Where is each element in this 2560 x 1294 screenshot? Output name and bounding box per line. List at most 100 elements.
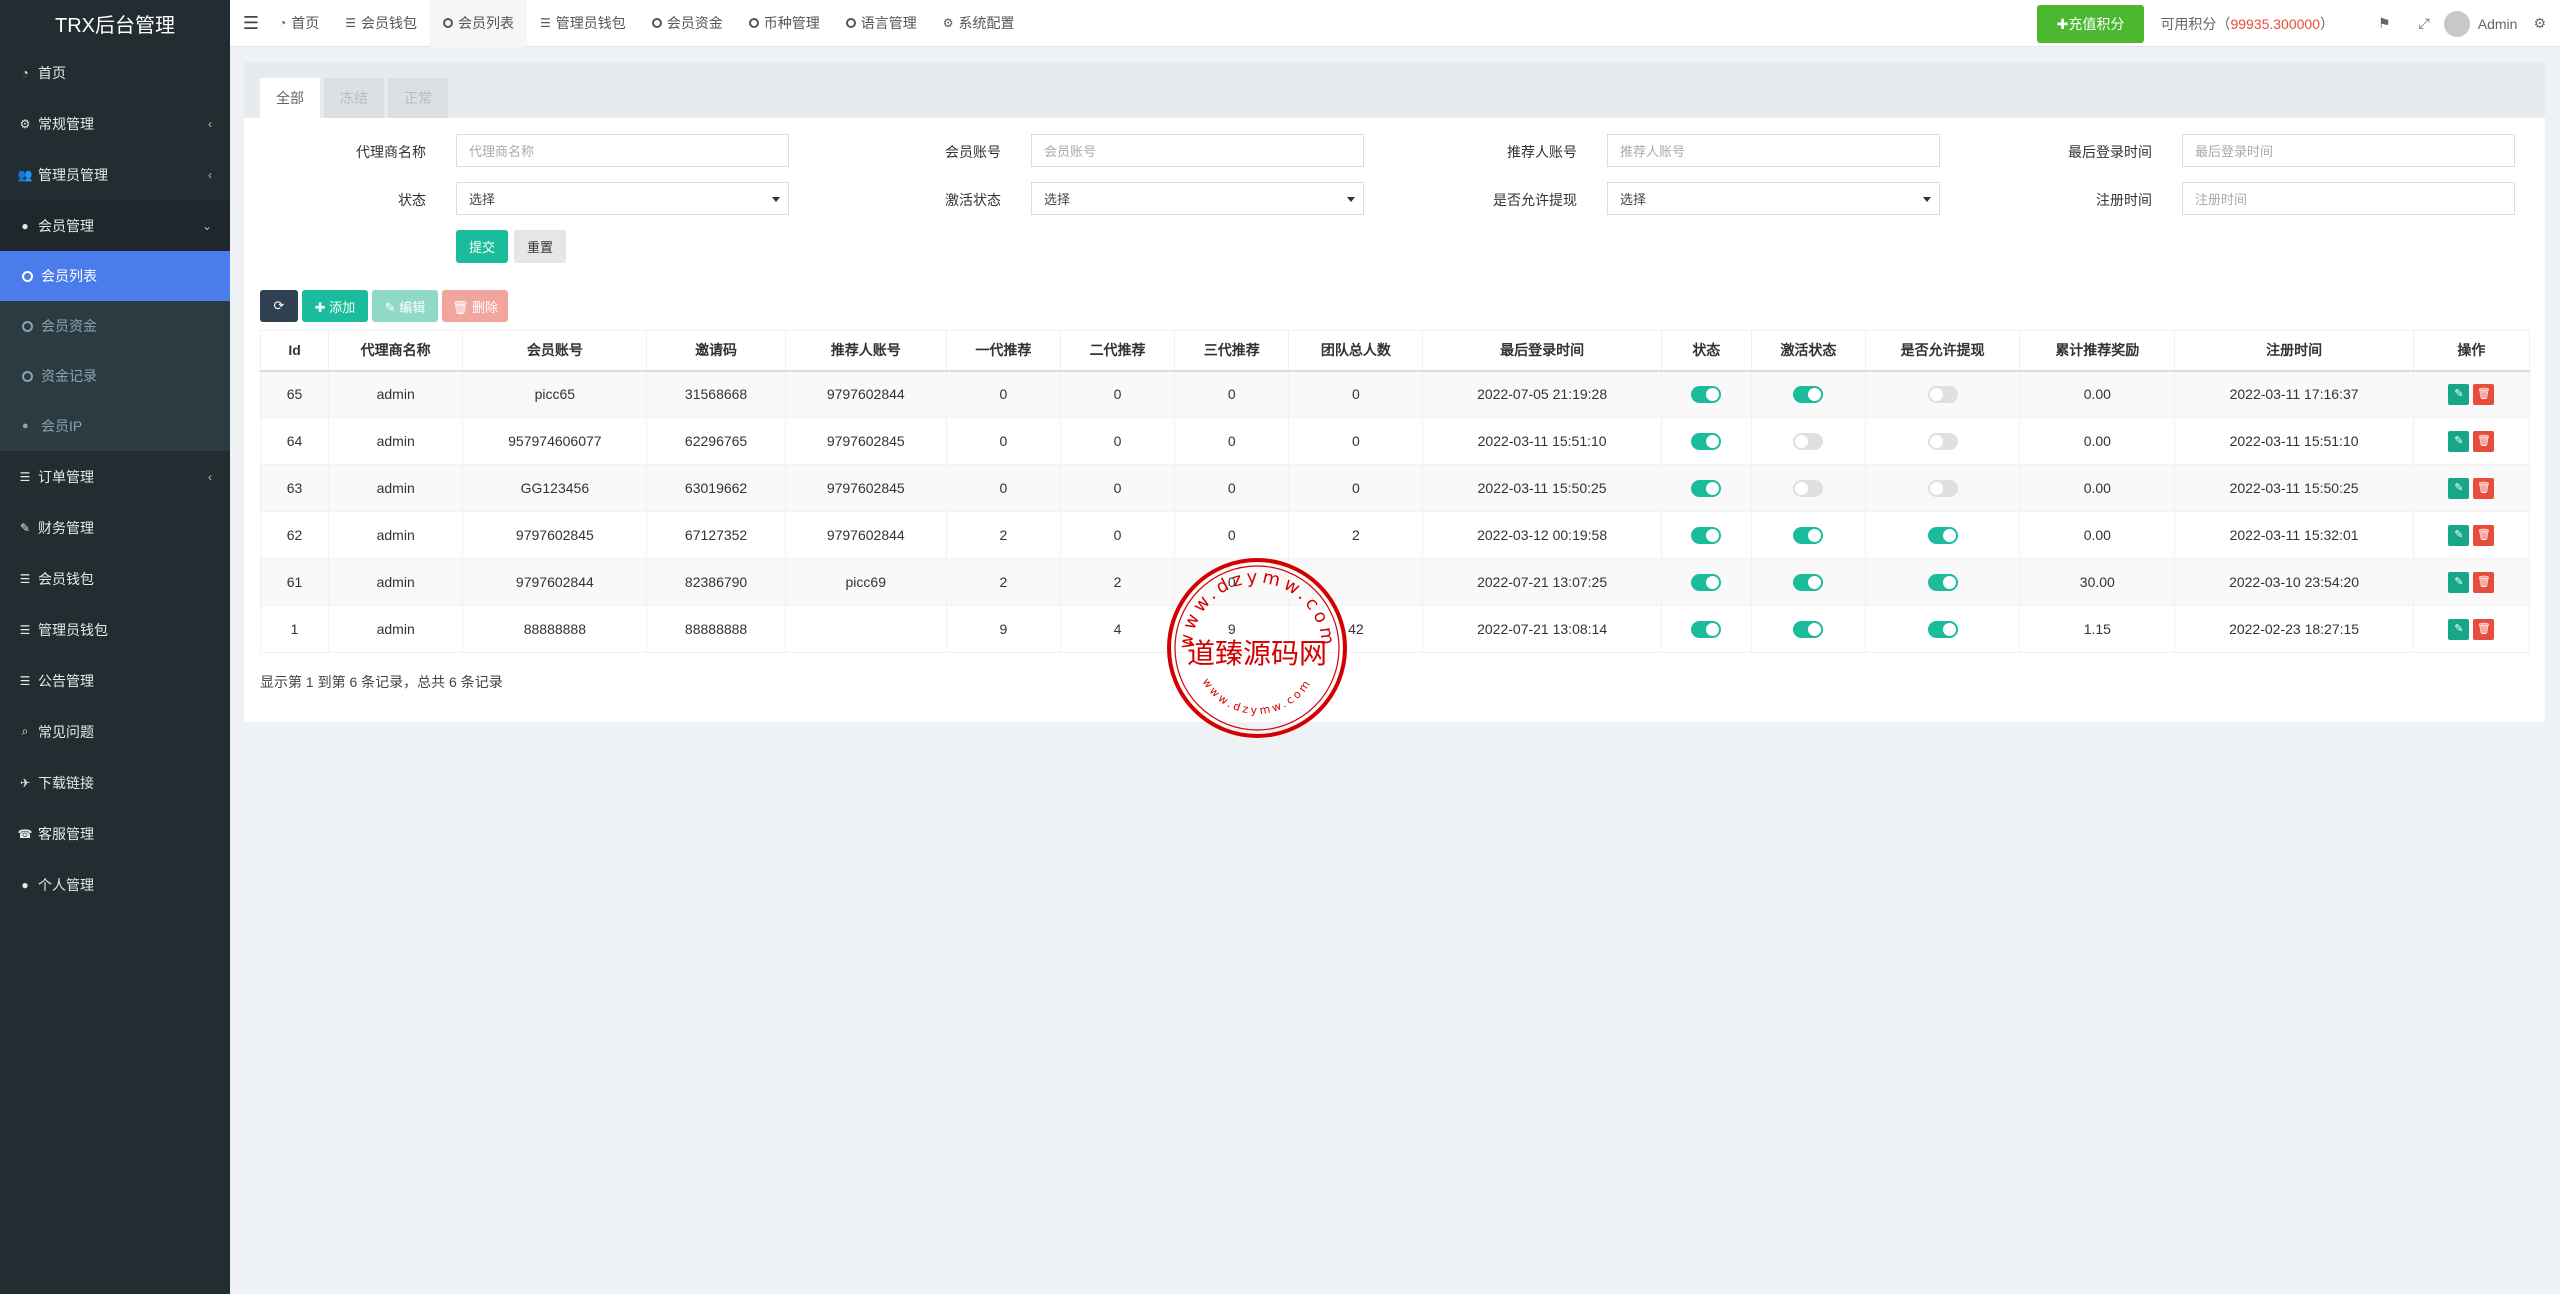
sidebar-item-admin-wallet[interactable]: ☰ 管理员钱包 [0,604,230,655]
activation-toggle[interactable] [1793,432,1824,450]
menu-toggle-icon[interactable]: ☰ [236,13,266,34]
tab-language[interactable]: 语言管理 [833,0,930,47]
edit-row-button[interactable]: ✎ [2448,430,2470,452]
col-header-lastlogin[interactable]: 最后登录时间 [1422,330,1662,372]
brand-title[interactable]: TRX后台管理 [0,0,230,47]
admin-name[interactable]: Admin [2478,16,2518,32]
lastlogin-input[interactable]: 最后登录时间 [2182,134,2515,167]
sidebar-item-member-wallet[interactable]: ☰ 会员钱包 [0,553,230,604]
withdraw-toggle[interactable] [1927,620,1958,638]
col-header-agent[interactable]: 代理商名称 [328,330,464,372]
delete-row-button[interactable]: 🗑 [2473,571,2495,593]
withdraw-toggle[interactable] [1927,573,1958,591]
status-toggle[interactable] [1691,526,1722,544]
withdraw-toggle[interactable] [1927,432,1958,450]
delete-row-button[interactable]: 🗑 [2473,524,2495,546]
status-toggle[interactable] [1691,479,1722,497]
delete-row-button[interactable]: 🗑 [2473,383,2495,405]
avatar[interactable] [2443,10,2470,37]
sidebar-item-announcements[interactable]: ☰ 公告管理 [0,655,230,706]
status-toggle[interactable] [1691,432,1722,450]
activation-toggle[interactable] [1793,386,1824,404]
withdraw-toggle[interactable] [1927,386,1958,404]
sidebar-subitem-member-funds[interactable]: 会员资金 [0,301,230,351]
delete-row-button[interactable]: 🗑 [2473,477,2495,499]
withdraw-toggle[interactable] [1927,526,1958,544]
col-header-withdraw[interactable]: 是否允许提现 [1865,330,2021,372]
sidebar-subitem-fund-records[interactable]: 资金记录 [0,351,230,401]
col-header-reward[interactable]: 累计推荐奖励 [2019,330,2176,372]
withdraw-toggle[interactable] [1927,479,1958,497]
activation-select[interactable]: 选择 [1031,182,1364,215]
add-button[interactable]: ✚ 添加 [302,290,368,322]
fullscreen-icon[interactable]: ⤢ [2419,15,2430,32]
tab-system-config[interactable]: ⚙ 系统配置 [930,0,1028,47]
sidebar-item-finance[interactable]: ✎ 财务管理 [0,502,230,553]
table-row[interactable]: 63 admin GG123456 63019662 9797602845 0 … [259,464,2531,512]
reset-button[interactable]: 重置 [514,230,566,263]
col-header-regtime[interactable]: 注册时间 [2174,330,2414,372]
recharge-button[interactable]: ✚充值积分 [2036,4,2145,43]
sidebar-item-admins[interactable]: 👥 管理员管理 ‹ [0,149,230,200]
delete-button[interactable]: 🗑 删除 [442,290,508,322]
activation-toggle[interactable] [1793,479,1824,497]
sidebar-item-general[interactable]: ⚙ 常规管理 ‹ [0,98,230,149]
tab-normal[interactable]: 正常 [388,78,448,118]
col-header-g2[interactable]: 二代推荐 [1059,330,1176,372]
col-header-referrer[interactable]: 推荐人账号 [784,330,947,372]
refresh-button[interactable]: ⟳ [260,290,298,322]
edit-row-button[interactable]: ✎ [2448,571,2470,593]
tab-home[interactable]: ◔ 首页 [266,0,332,47]
edit-row-button[interactable]: ✎ [2448,618,2470,640]
sidebar-item-faq[interactable]: ⌕ 常见问题 [0,706,230,757]
agent-input[interactable]: 代理商名称 [456,134,789,167]
status-toggle[interactable] [1691,573,1722,591]
col-header-active[interactable]: 激活状态 [1750,330,1867,372]
status-toggle[interactable] [1691,386,1722,404]
tab-member-wallet[interactable]: ☰ 会员钱包 [332,0,430,47]
table-row[interactable]: 64 admin 957974606077 62296765 979760284… [259,417,2531,465]
sidebar-item-members[interactable]: ● 会员管理 ⌄ [0,200,230,251]
withdraw-select[interactable]: 选择 [1607,182,1940,215]
col-header-invite[interactable]: 邀请码 [646,330,786,372]
sidebar-subitem-member-list[interactable]: 会员列表 [0,251,230,301]
col-header-status[interactable]: 状态 [1660,330,1752,372]
tab-admin-wallet[interactable]: ☰ 管理员钱包 [527,0,639,47]
table-row[interactable]: 61 admin 9797602844 82386790 picc69 2 2 … [259,558,2531,606]
col-header-account[interactable]: 会员账号 [462,330,648,372]
activation-toggle[interactable] [1793,573,1824,591]
sidebar-item-orders[interactable]: ☰ 订单管理 ‹ [0,451,230,502]
account-input[interactable]: 会员账号 [1031,134,1364,167]
tab-member-list[interactable]: 会员列表 [430,0,528,47]
submit-button[interactable]: 提交 [456,230,508,263]
col-header-g1[interactable]: 一代推荐 [945,330,1062,372]
table-row[interactable]: 62 admin 9797602845 67127352 9797602844 … [259,511,2531,559]
status-toggle[interactable] [1691,620,1722,638]
tab-frozen[interactable]: 冻结 [324,78,384,118]
edit-row-button[interactable]: ✎ [2448,477,2470,499]
table-row[interactable]: 1 admin 88888888 88888888 9 4 9 42 2022-… [259,605,2531,653]
delete-row-button[interactable]: 🗑 [2473,430,2495,452]
activation-toggle[interactable] [1793,620,1824,638]
tab-member-funds[interactable]: 会员资金 [639,0,736,47]
sidebar-item-downloads[interactable]: ✈ 下载链接 [0,757,230,808]
tab-all[interactable]: 全部 [260,78,320,118]
col-header-g3[interactable]: 三代推荐 [1174,330,1290,372]
settings-icon[interactable]: ⚙ [2533,15,2546,32]
sidebar-item-support[interactable]: ☎ 客服管理 [0,808,230,859]
sidebar-item-home[interactable]: ◔ 首页 [0,47,230,98]
sidebar-subitem-member-ip[interactable]: ● 会员IP [0,401,230,451]
tab-currency[interactable]: 币种管理 [736,0,833,47]
delete-row-button[interactable]: 🗑 [2473,618,2495,640]
sidebar-item-profile[interactable]: ● 个人管理 [0,859,230,910]
edit-row-button[interactable]: ✎ [2448,524,2470,546]
col-header-team[interactable]: 团队总人数 [1288,330,1424,372]
referrer-input[interactable]: 推荐人账号 [1607,134,1940,167]
edit-row-button[interactable]: ✎ [2448,383,2470,405]
activation-toggle[interactable] [1793,526,1824,544]
edit-button[interactable]: ✎ 编辑 [372,290,438,322]
status-select[interactable]: 选择 [456,182,789,215]
col-header-id[interactable]: Id [259,330,330,372]
table-row[interactable]: 65 admin picc65 31568668 9797602844 0 0 … [259,370,2531,418]
language-icon[interactable]: ⚑ [2378,15,2391,32]
